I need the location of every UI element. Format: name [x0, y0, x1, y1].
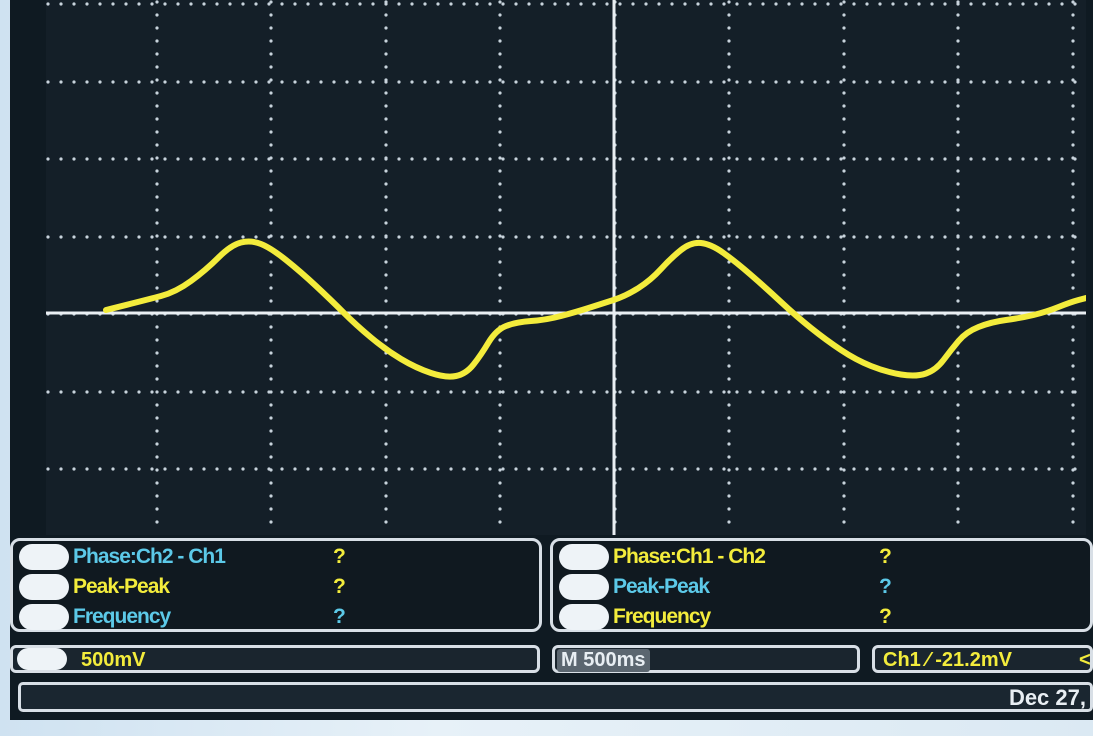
measurement-label: Peak-Peak [613, 575, 710, 598]
measurement-select-button[interactable] [559, 574, 609, 600]
grid-dots [46, 0, 1077, 524]
measurement-label: Peak-Peak [73, 575, 170, 598]
measurement-label: Phase:Ch2 - Ch1 [73, 545, 226, 568]
trigger-arrow-icon: < [1079, 649, 1091, 671]
measurement-label: Frequency [73, 605, 171, 628]
measurement-label: Phase:Ch1 - Ch2 [613, 545, 766, 568]
ch1-indicator-button[interactable] [17, 648, 67, 670]
measurement-value: ? [333, 605, 346, 628]
measurement-select-button[interactable] [19, 604, 69, 630]
measurement-value: ? [333, 575, 346, 598]
measurement-row-peak-peak[interactable]: Peak-Peak ? [553, 573, 1090, 601]
trigger-readout[interactable]: Ch1 ⁄ -21.2mV < [872, 645, 1093, 673]
timebase-readout[interactable]: M 500ms [552, 645, 860, 673]
vertical-scale-readout[interactable]: 500mV [10, 645, 540, 673]
waveform-graticule [46, 0, 1086, 535]
measurement-select-button[interactable] [559, 604, 609, 630]
measurement-row-frequency[interactable]: Frequency ? [13, 603, 539, 631]
date-bar: Dec 27, [18, 682, 1093, 712]
measurement-row-peak-peak[interactable]: Peak-Peak ? [13, 573, 539, 601]
measurement-panel-left: Phase:Ch2 - Ch1 ? Peak-Peak ? Frequency … [10, 538, 542, 632]
oscilloscope-screen: Phase:Ch2 - Ch1 ? Peak-Peak ? Frequency … [10, 0, 1093, 720]
measurement-select-button[interactable] [19, 574, 69, 600]
measurement-row-frequency[interactable]: Frequency ? [553, 603, 1090, 631]
measurement-value: ? [879, 575, 892, 598]
trigger-label: Ch1 ⁄ -21.2mV [883, 649, 1012, 671]
measurement-row-phase[interactable]: Phase:Ch2 - Ch1 ? [13, 543, 539, 571]
measurement-select-button[interactable] [559, 544, 609, 570]
measurement-select-button[interactable] [19, 544, 69, 570]
measurement-value: ? [879, 545, 892, 568]
graticule-svg [46, 0, 1086, 535]
screen-bezel: Phase:Ch2 - Ch1 ? Peak-Peak ? Frequency … [0, 0, 1093, 736]
measurement-value: ? [333, 545, 346, 568]
date-label: Dec 27, [1008, 685, 1086, 710]
measurement-value: ? [879, 605, 892, 628]
timebase-label: M 500ms [557, 649, 650, 672]
measurement-label: Frequency [613, 605, 711, 628]
ch1-trace [103, 238, 1086, 380]
volts-div-label: 500mV [81, 649, 146, 671]
measurement-panel-right: Phase:Ch1 - Ch2 ? Peak-Peak ? Frequency … [550, 538, 1093, 632]
measurement-row-phase[interactable]: Phase:Ch1 - Ch2 ? [553, 543, 1090, 571]
